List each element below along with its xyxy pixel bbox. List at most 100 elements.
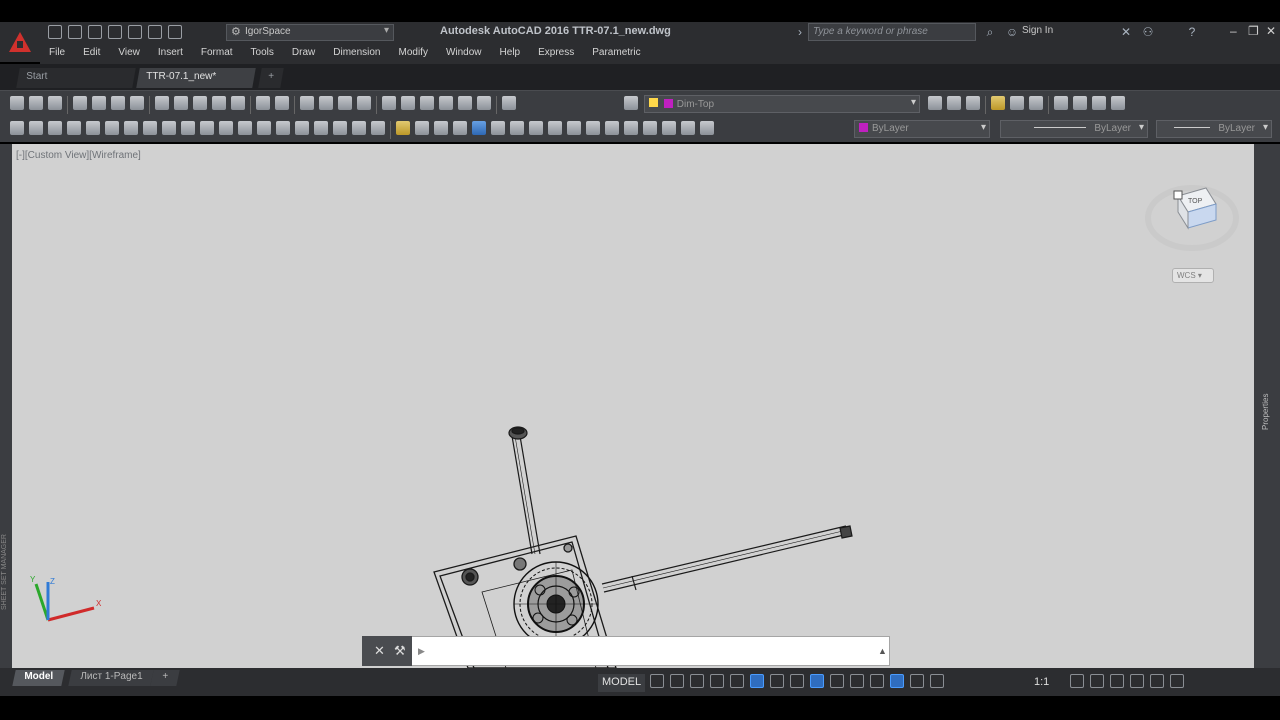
join-icon[interactable] — [624, 121, 638, 135]
offset-icon[interactable] — [453, 121, 467, 135]
dim-angular-icon[interactable] — [1092, 96, 1106, 110]
annotation-visibility-icon[interactable] — [890, 674, 904, 688]
menu-file[interactable]: File — [40, 44, 74, 64]
layer-dropdown[interactable]: Dim-Top — [644, 95, 920, 113]
new-icon[interactable] — [10, 96, 24, 110]
revcloud-icon[interactable] — [143, 121, 157, 135]
redo-icon[interactable] — [275, 96, 289, 110]
cut-icon[interactable] — [155, 96, 169, 110]
snap-icon[interactable] — [670, 674, 684, 688]
chamfer-icon[interactable] — [643, 121, 657, 135]
line-icon[interactable] — [10, 121, 24, 135]
menu-modify[interactable]: Modify — [390, 44, 437, 64]
mtext-icon[interactable] — [352, 121, 366, 135]
spline-icon[interactable] — [162, 121, 176, 135]
match-icon[interactable] — [212, 96, 226, 110]
undo-icon[interactable] — [256, 96, 270, 110]
home-icon[interactable] — [1173, 190, 1183, 200]
undo-icon[interactable] — [148, 25, 162, 39]
help-search-input[interactable]: Type a keyword or phrase — [808, 23, 976, 41]
erase-icon[interactable] — [396, 121, 410, 135]
copy-icon[interactable] — [174, 96, 188, 110]
auto-scale-icon[interactable] — [910, 674, 924, 688]
ortho-icon[interactable] — [730, 674, 744, 688]
layer-properties-icon[interactable] — [624, 96, 638, 110]
print-icon[interactable] — [128, 25, 142, 39]
gear-icon[interactable] — [1070, 674, 1084, 688]
workspace-dropdown[interactable]: IgorSpace — [226, 24, 394, 41]
menu-help[interactable]: Help — [491, 44, 530, 64]
close-icon[interactable]: ✕ — [374, 643, 385, 659]
blend-icon[interactable] — [681, 121, 695, 135]
match-layer-icon[interactable] — [991, 96, 1005, 110]
dim-baseline-icon[interactable] — [1111, 96, 1125, 110]
copy-object-icon[interactable] — [415, 121, 429, 135]
binoculars-icon[interactable]: ⌕ — [982, 24, 998, 40]
redo-icon[interactable] — [168, 25, 182, 39]
save-icon[interactable] — [88, 25, 102, 39]
paste-icon[interactable] — [193, 96, 207, 110]
object-snap-tracking-icon[interactable] — [790, 674, 804, 688]
break-icon[interactable] — [605, 121, 619, 135]
properties-palette-label[interactable]: Properties — [1261, 394, 1270, 430]
markup-icon[interactable] — [458, 96, 472, 110]
mirror-icon[interactable] — [434, 121, 448, 135]
a360-icon[interactable]: ⚇ — [1140, 24, 1156, 40]
linetype-dropdown[interactable]: ByLayer — [1000, 120, 1148, 138]
grid-icon[interactable] — [650, 674, 664, 688]
command-line[interactable] — [362, 636, 890, 666]
isolate-objects-icon[interactable] — [1110, 674, 1124, 688]
tab-drawing[interactable]: TTR-07.1_new* — [136, 68, 256, 88]
chevron-right-icon[interactable]: › — [792, 24, 808, 40]
sign-in-button[interactable]: Sign In — [1022, 25, 1053, 36]
zoom-realtime-icon[interactable] — [319, 96, 333, 110]
viewport-controls[interactable]: [-][Custom View][Wireframe] — [16, 150, 141, 161]
help-icon[interactable] — [502, 96, 516, 110]
new-icon[interactable] — [48, 25, 62, 39]
scale-icon[interactable] — [529, 121, 543, 135]
tool-palettes-icon[interactable] — [420, 96, 434, 110]
layer-isolate-icon[interactable] — [1029, 96, 1043, 110]
circle-icon[interactable] — [124, 121, 138, 135]
dim-aligned-icon[interactable] — [1073, 96, 1087, 110]
menu-edit[interactable]: Edit — [74, 44, 109, 64]
stretch-icon[interactable] — [548, 121, 562, 135]
table-icon[interactable] — [333, 121, 347, 135]
menu-express[interactable]: Express — [529, 44, 583, 64]
viewcube[interactable]: TOP — [1144, 176, 1240, 256]
preview-icon[interactable] — [92, 96, 106, 110]
sheet-set-icon[interactable] — [439, 96, 453, 110]
lineweight-icon[interactable] — [830, 674, 844, 688]
explode-icon[interactable] — [700, 121, 714, 135]
customize-icon[interactable] — [1170, 674, 1184, 688]
arc-icon[interactable] — [105, 121, 119, 135]
ellipse-arc-icon[interactable] — [200, 121, 214, 135]
brush-icon[interactable] — [231, 96, 245, 110]
move-icon[interactable] — [491, 121, 505, 135]
exchange-icon[interactable]: ✕ — [1118, 24, 1134, 40]
insert-block-icon[interactable] — [219, 121, 233, 135]
selection-cycling-icon[interactable] — [870, 674, 884, 688]
tab-model[interactable]: Model — [12, 670, 65, 686]
zoom-window-icon[interactable] — [338, 96, 352, 110]
wrench-icon[interactable]: ⚒ — [394, 643, 406, 659]
open-icon[interactable] — [29, 96, 43, 110]
make-current-icon[interactable] — [928, 96, 942, 110]
menu-format[interactable]: Format — [192, 44, 242, 64]
wcs-menu[interactable]: WCS ▾ — [1172, 268, 1214, 283]
rotate-icon[interactable] — [510, 121, 524, 135]
polyline-icon[interactable] — [48, 121, 62, 135]
construction-line-icon[interactable] — [29, 121, 43, 135]
color-dropdown[interactable]: ByLayer — [854, 120, 990, 138]
minimize-button[interactable]: – — [1230, 24, 1237, 38]
infer-icon[interactable] — [690, 674, 704, 688]
menu-tools[interactable]: Tools — [242, 44, 283, 64]
menu-insert[interactable]: Insert — [149, 44, 192, 64]
zoom-previous-icon[interactable] — [357, 96, 371, 110]
help-icon[interactable]: ? — [1184, 24, 1200, 40]
transparency-icon[interactable] — [850, 674, 864, 688]
layer-previous-icon[interactable] — [947, 96, 961, 110]
region-icon[interactable] — [314, 121, 328, 135]
add-layout-button[interactable]: + — [150, 670, 180, 686]
polygon-icon[interactable] — [67, 121, 81, 135]
